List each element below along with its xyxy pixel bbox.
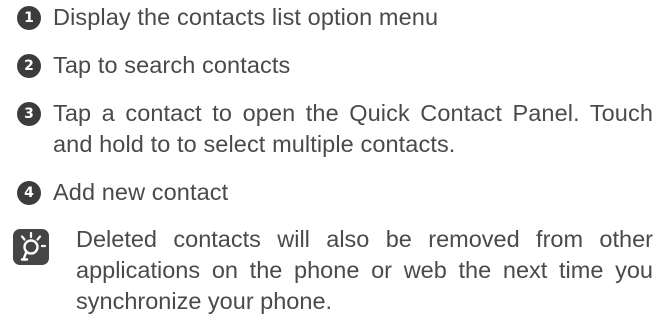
step-text: Add new contact	[53, 179, 229, 205]
step-number-badge: 3	[17, 102, 41, 126]
step-2: 2 Tap to search contacts	[17, 50, 653, 81]
step-text: Tap to search contacts	[53, 52, 291, 78]
lightbulb-tip-icon	[12, 228, 50, 266]
step-number-badge: 2	[17, 54, 41, 78]
step-text: Display the contacts list option menu	[53, 4, 439, 30]
step-4: 4 Add new contact	[17, 177, 653, 208]
tip-note: Deleted contacts will also be removed fr…	[12, 224, 653, 317]
step-number-badge: 1	[17, 6, 41, 30]
step-3: 3 Tap a contact to open the Quick Contac…	[17, 98, 653, 160]
step-1: 1 Display the contacts list option menu	[17, 2, 653, 33]
step-text: Tap a contact to open the Quick Contact …	[53, 100, 653, 157]
tip-text: Deleted contacts will also be removed fr…	[76, 226, 653, 314]
step-number-badge: 4	[17, 181, 41, 205]
